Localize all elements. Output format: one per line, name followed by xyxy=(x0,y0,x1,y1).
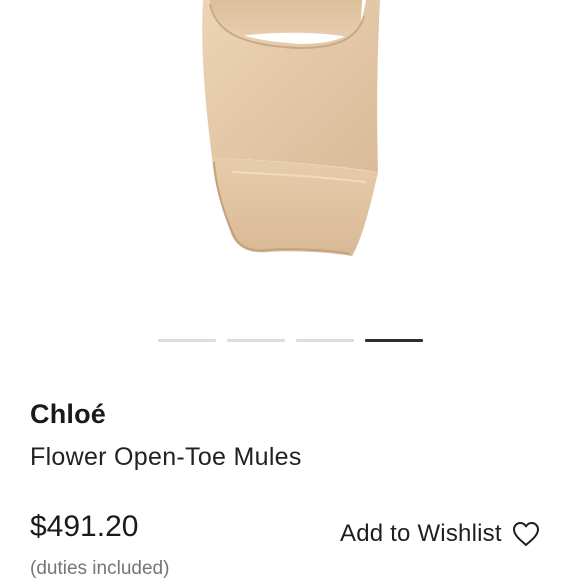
mule-sandal-photo xyxy=(202,0,380,256)
carousel-dot-1[interactable] xyxy=(158,339,216,342)
carousel-dot-3[interactable] xyxy=(296,339,354,342)
carousel-dot-2[interactable] xyxy=(227,339,285,342)
price-duties-note: (duties included) xyxy=(30,558,170,579)
carousel-dot-4-active[interactable] xyxy=(365,339,423,342)
wishlist-label: Add to Wishlist xyxy=(340,520,502,547)
product-detail-page: Chloé Flower Open-Toe Mules $491.20 (dut… xyxy=(0,0,580,580)
brand-name[interactable]: Chloé xyxy=(30,399,106,430)
product-image[interactable] xyxy=(0,0,580,320)
heart-outline-icon xyxy=(512,521,540,547)
add-to-wishlist-button[interactable]: Add to Wishlist xyxy=(340,520,540,548)
product-price: $491.20 xyxy=(30,510,139,543)
carousel-indicator xyxy=(158,339,423,343)
product-title: Flower Open-Toe Mules xyxy=(30,443,302,471)
